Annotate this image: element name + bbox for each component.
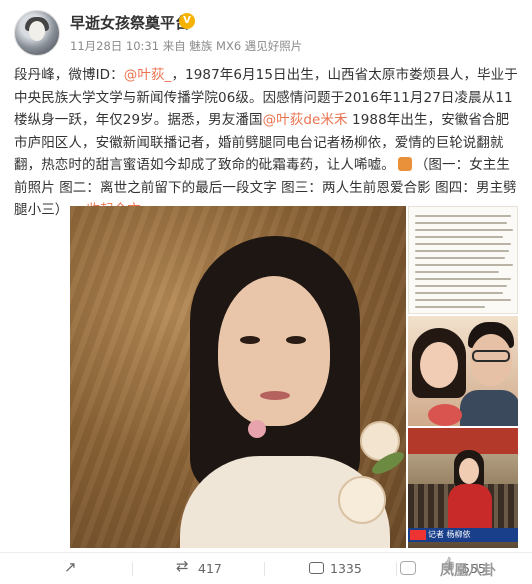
emoji-icon — [397, 157, 412, 171]
avatar-face — [29, 21, 45, 41]
news-caption-tag — [410, 530, 426, 540]
wechat-icon — [400, 561, 416, 575]
photo-lips — [260, 391, 290, 400]
divider — [264, 562, 265, 576]
repost-icon — [176, 557, 192, 576]
photo-glasses — [472, 350, 510, 362]
repost-count: 417 — [198, 560, 222, 576]
verified-badge-icon: V — [179, 13, 195, 29]
share-button[interactable] — [64, 553, 80, 583]
comment-button[interactable]: 1335 — [308, 553, 362, 583]
photo-news-reporter[interactable]: 记者 杨柳依 — [408, 428, 518, 548]
photo-portrait[interactable] — [70, 206, 406, 548]
photo-flower — [248, 420, 266, 438]
post-meta: 11月28日 10:31 来自 魅族 MX6 遇见好照片 — [70, 39, 303, 53]
divider — [132, 562, 133, 576]
photo-flower — [338, 476, 386, 524]
photo-text-note[interactable] — [408, 206, 518, 314]
photo-face — [420, 342, 458, 388]
comment-icon — [308, 560, 324, 576]
photo-flowers — [428, 404, 462, 426]
repost-button[interactable]: 417 — [176, 553, 222, 583]
share-icon — [64, 558, 80, 576]
photo-shirt — [460, 390, 518, 426]
photo-eye — [286, 336, 306, 344]
post-body: 段丹峰，微博ID：@叶荻_，1987年6月15日出生，山西省太原市娄烦县人，毕业… — [14, 64, 522, 222]
photo-face — [459, 458, 479, 484]
account-name[interactable]: 早逝女孩祭奠平台 — [70, 12, 190, 33]
post-header: 早逝女孩祭奠平台 V 11月28日 10:31 来自 魅族 MX6 遇见好照片 — [14, 10, 518, 58]
mention-link[interactable]: @叶荻_ — [124, 67, 172, 83]
photo-couple[interactable] — [408, 316, 518, 426]
watermark: 凤凰八卦 — [440, 563, 496, 579]
photo-face — [218, 276, 330, 426]
mention-link[interactable]: @叶荻de米禾 — [263, 112, 348, 128]
comment-count: 1335 — [330, 560, 362, 576]
photo-eye — [240, 336, 260, 344]
post-text: 段丹峰，微博ID： — [14, 67, 124, 83]
divider — [396, 562, 397, 576]
avatar[interactable] — [14, 10, 60, 56]
photo-reporter-body — [448, 484, 492, 532]
